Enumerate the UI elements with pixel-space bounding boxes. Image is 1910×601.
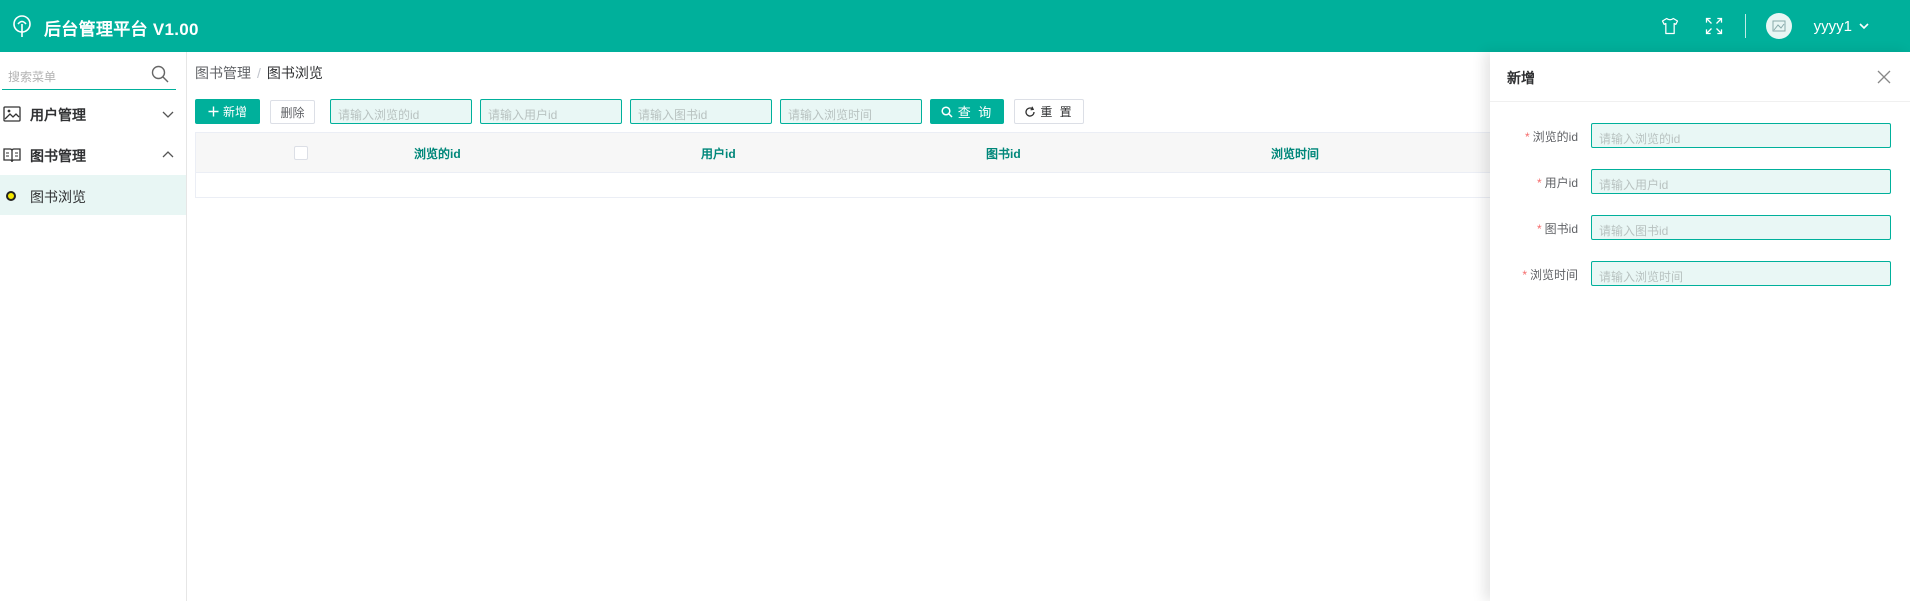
form-row-view-time: * 浏览时间 请输入浏览时间	[1490, 261, 1910, 287]
form-label-text: 浏览的id	[1532, 130, 1578, 144]
sidebar-item-user-management[interactable]: 用户管理	[0, 93, 186, 134]
form-row-view-id: * 浏览的id 请输入浏览的id	[1490, 123, 1910, 149]
sidebar-subitem-label: 图书浏览	[30, 189, 86, 205]
refresh-icon	[1025, 106, 1035, 117]
logo-icon	[13, 15, 31, 37]
filter-book-id-input[interactable]: 请输入图书id	[630, 99, 772, 124]
breadcrumb-current: 图书浏览	[266, 65, 323, 81]
app-title: 后台管理平台 V1.00	[44, 20, 199, 39]
form-label: * 图书id	[1537, 220, 1578, 237]
form-label: * 浏览的id	[1525, 128, 1578, 145]
filter-view-id-input[interactable]: 请输入浏览的id	[330, 99, 472, 124]
breadcrumb: 图书管理 / 图书浏览	[195, 63, 323, 83]
plus-icon	[208, 106, 219, 117]
query-button-label: 查 询	[957, 105, 994, 120]
column-header-view-id[interactable]: 浏览的id	[414, 145, 461, 162]
user-id-field[interactable]: 请输入用户id	[1591, 169, 1891, 194]
form-row-user-id: * 用户id 请输入用户id	[1490, 169, 1910, 195]
add-button[interactable]: 新增	[195, 99, 260, 124]
top-header: 后台管理平台 V1.00 yyyy1	[0, 0, 1910, 52]
active-dot-icon	[6, 191, 16, 201]
breadcrumb-parent[interactable]: 图书管理	[195, 65, 251, 81]
sidebar-item-book-browse[interactable]: 图书浏览	[0, 175, 186, 215]
view-time-field[interactable]: 请输入浏览时间	[1591, 261, 1891, 286]
search-icon	[941, 105, 953, 118]
search-icon[interactable]	[150, 64, 170, 84]
form-label-text: 图书id	[1544, 222, 1578, 236]
form-label-text: 浏览时间	[1529, 268, 1578, 282]
form-label-text: 用户id	[1544, 176, 1578, 190]
drawer-divider	[1490, 101, 1910, 102]
book-id-field[interactable]: 请输入图书id	[1591, 215, 1891, 240]
column-header-book-id[interactable]: 图书id	[986, 145, 1021, 162]
view-id-field[interactable]: 请输入浏览的id	[1591, 123, 1891, 148]
table-header: 浏览的id 用户id 图书id 浏览时间	[196, 133, 1496, 173]
sidebar-item-book-management[interactable]: 图书管理	[0, 134, 186, 175]
chevron-down-icon[interactable]	[1858, 20, 1870, 32]
required-marker: *	[1522, 268, 1527, 282]
drawer-title: 新增	[1507, 70, 1535, 86]
username[interactable]: yyyy1	[1814, 18, 1852, 35]
form-label: * 用户id	[1537, 174, 1578, 191]
filter-view-time-input[interactable]: 请输入浏览时间	[780, 99, 922, 124]
form-label: * 浏览时间	[1522, 266, 1578, 283]
select-all-checkbox[interactable]	[294, 146, 308, 160]
image-icon	[3, 106, 21, 122]
column-header-user-id[interactable]: 用户id	[701, 145, 736, 162]
required-marker: *	[1536, 222, 1542, 236]
fullscreen-icon[interactable]	[1703, 15, 1725, 37]
menu-search-input[interactable]: 搜索菜单	[2, 58, 176, 90]
form-row-book-id: * 图书id 请输入图书id	[1490, 215, 1910, 241]
avatar[interactable]	[1765, 13, 1792, 39]
tshirt-icon[interactable]	[1659, 15, 1681, 37]
menu-search-placeholder: 搜索菜单	[8, 70, 57, 84]
required-marker: *	[1524, 130, 1530, 144]
column-header-view-time[interactable]: 浏览时间	[1271, 145, 1319, 162]
delete-button[interactable]: 删除	[270, 100, 315, 124]
add-drawer: 新增 * 浏览的id 请输入浏览的id * 用户id 请输入用户id * 图书id 请…	[1490, 52, 1910, 601]
add-button-label: 新增	[222, 105, 247, 119]
chevron-up-icon	[162, 151, 174, 158]
close-icon[interactable]	[1877, 70, 1891, 84]
query-button[interactable]: 查 询	[930, 99, 1004, 124]
delete-button-label: 删除	[280, 105, 305, 120]
book-icon	[3, 148, 21, 163]
reset-button[interactable]: 重 置	[1014, 99, 1084, 124]
sidebar-item-label: 图书管理	[30, 148, 86, 164]
sidebar: 搜索菜单 用户管理 图书管理 图书浏览	[0, 52, 187, 601]
sidebar-item-label: 用户管理	[30, 107, 86, 123]
filter-user-id-input[interactable]: 请输入用户id	[480, 99, 622, 124]
chevron-down-icon	[162, 111, 174, 118]
data-table: 浏览的id 用户id 图书id 浏览时间	[195, 132, 1496, 198]
required-marker: *	[1536, 176, 1542, 190]
breadcrumb-separator: /	[257, 65, 261, 81]
reset-button-label: 重 置	[1040, 105, 1074, 119]
header-divider	[1744, 14, 1746, 38]
